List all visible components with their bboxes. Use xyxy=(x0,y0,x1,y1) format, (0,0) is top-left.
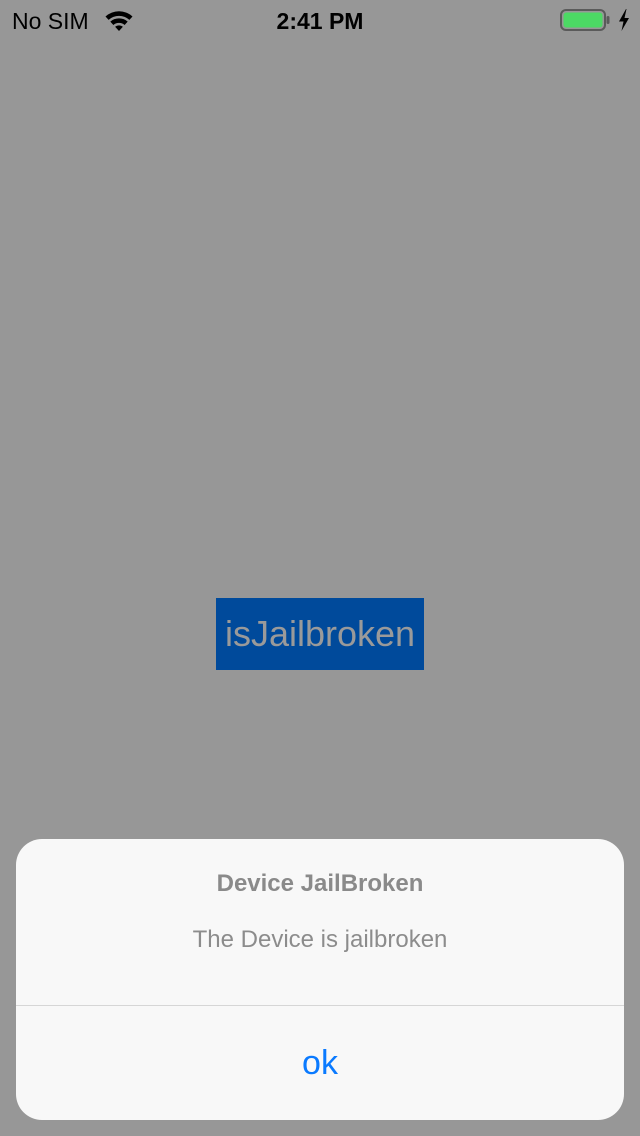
is-jailbroken-button[interactable]: isJailbroken xyxy=(216,598,424,670)
battery-icon xyxy=(560,9,610,31)
alert-message: The Device is jailbroken xyxy=(192,926,448,953)
alert-title: Device JailBroken xyxy=(216,870,424,897)
status-bar: No SIM 2:41 PM xyxy=(0,0,640,40)
alert-dialog: Device JailBroken The Device is jailbrok… xyxy=(16,839,624,1120)
charging-bolt-icon xyxy=(617,8,631,32)
status-time: 2:41 PM xyxy=(276,8,364,34)
ok-button[interactable]: ok xyxy=(16,1006,624,1120)
